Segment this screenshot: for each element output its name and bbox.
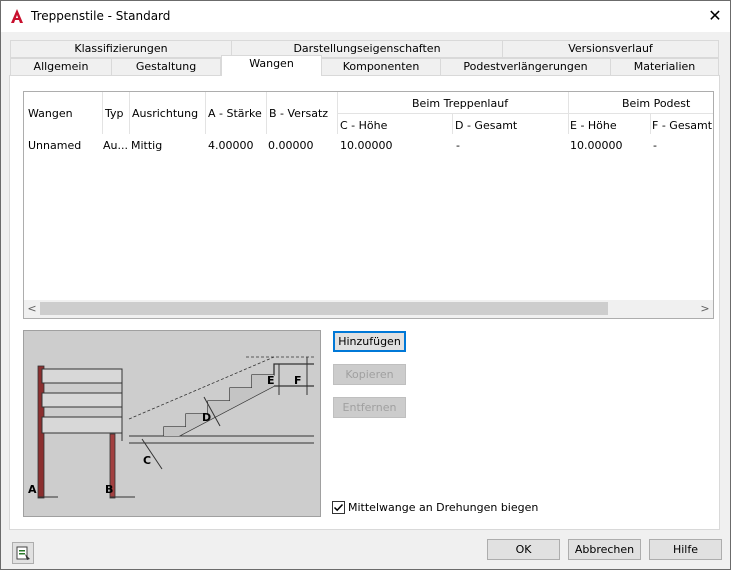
tab-klassifizierungen[interactable]: Klassifizierungen [10, 40, 232, 58]
copy-button[interactable]: Kopieren [333, 364, 406, 385]
tab-podestverlaengerungen[interactable]: Podestverlängerungen [440, 58, 611, 76]
checkbox-box[interactable] [332, 501, 345, 514]
col-header-d-gesamt[interactable]: D - Gesamt [455, 119, 517, 132]
horizontal-scrollbar[interactable]: < > [24, 300, 713, 318]
tab-row-back: Klassifizierungen Darstellungseigenschaf… [10, 40, 720, 58]
tab-komponenten[interactable]: Komponenten [321, 58, 441, 76]
tab-materialien[interactable]: Materialien [610, 58, 719, 76]
cell-f-gesamt[interactable]: - [653, 139, 657, 152]
tab-wangen[interactable]: Wangen [221, 55, 322, 76]
col-header-b-versatz[interactable]: B - Versatz [269, 107, 328, 120]
cell-d-gesamt[interactable]: - [456, 139, 460, 152]
tab-versionsverlauf[interactable]: Versionsverlauf [502, 40, 719, 58]
cell-c-hoehe[interactable]: 10.00000 [340, 139, 393, 152]
diagram-label-c: C [143, 454, 151, 467]
cell-ausrichtung[interactable]: Mittig [131, 139, 162, 152]
col-header-e-hoehe[interactable]: E - Höhe [570, 119, 617, 132]
col-header-ausrichtung[interactable]: Ausrichtung [132, 107, 198, 120]
dialog-window: Treppenstile - Standard ✕ Klassifizierun… [0, 0, 731, 570]
remove-button[interactable]: Entfernen [333, 397, 406, 418]
tab-row-front: Allgemein Gestaltung Wangen Komponenten … [10, 55, 720, 76]
cancel-button[interactable]: Abbrechen [568, 539, 641, 560]
title-bar: Treppenstile - Standard ✕ [1, 1, 730, 32]
cell-wangen[interactable]: Unnamed [28, 139, 81, 152]
diagram-label-d: D [202, 411, 211, 424]
diagram-label-e: E [267, 374, 275, 387]
tab-gestaltung[interactable]: Gestaltung [111, 58, 221, 76]
diagram-label-b: B [105, 483, 113, 496]
cell-typ[interactable]: Au... [103, 139, 128, 152]
diagram-label-f: F [294, 374, 302, 387]
add-button[interactable]: Hinzufügen [333, 331, 406, 352]
ok-button[interactable]: OK [487, 539, 560, 560]
col-header-f-gesamt[interactable]: F - Gesamt [652, 119, 712, 132]
stair-stringer-illustration: A B C D E F [28, 356, 314, 499]
help-button[interactable]: Hilfe [649, 539, 722, 560]
close-icon[interactable]: ✕ [700, 1, 730, 31]
cell-a-staerke[interactable]: 4.00000 [208, 139, 254, 152]
col-header-wangen[interactable]: Wangen [28, 107, 73, 120]
diagram-label-a: A [28, 483, 37, 496]
scroll-right-icon[interactable]: > [697, 300, 713, 318]
tab-allgemein[interactable]: Allgemein [10, 58, 112, 76]
cell-b-versatz[interactable]: 0.00000 [268, 139, 314, 152]
checkbox-label[interactable]: Mittelwange an Drehungen biegen [348, 501, 538, 514]
col-group-treppenlauf: Beim Treppenlauf [412, 97, 509, 110]
col-header-c-hoehe[interactable]: C - Höhe [340, 119, 387, 132]
col-header-a-staerke[interactable]: A - Stärke [208, 107, 262, 120]
settings-icon[interactable] [12, 542, 34, 564]
window-title: Treppenstile - Standard [31, 9, 171, 23]
check-icon [333, 503, 344, 512]
col-header-typ[interactable]: Typ [105, 107, 124, 120]
autocad-logo-icon [11, 9, 23, 23]
stringer-diagram: A B C D E F [23, 330, 321, 517]
cell-e-hoehe[interactable]: 10.00000 [570, 139, 623, 152]
col-group-podest: Beim Podest [622, 97, 691, 110]
scroll-thumb[interactable] [40, 302, 608, 315]
stringers-table[interactable]: Wangen Typ Ausrichtung A - Stärke B - Ve… [23, 91, 714, 319]
scroll-left-icon[interactable]: < [24, 300, 40, 318]
